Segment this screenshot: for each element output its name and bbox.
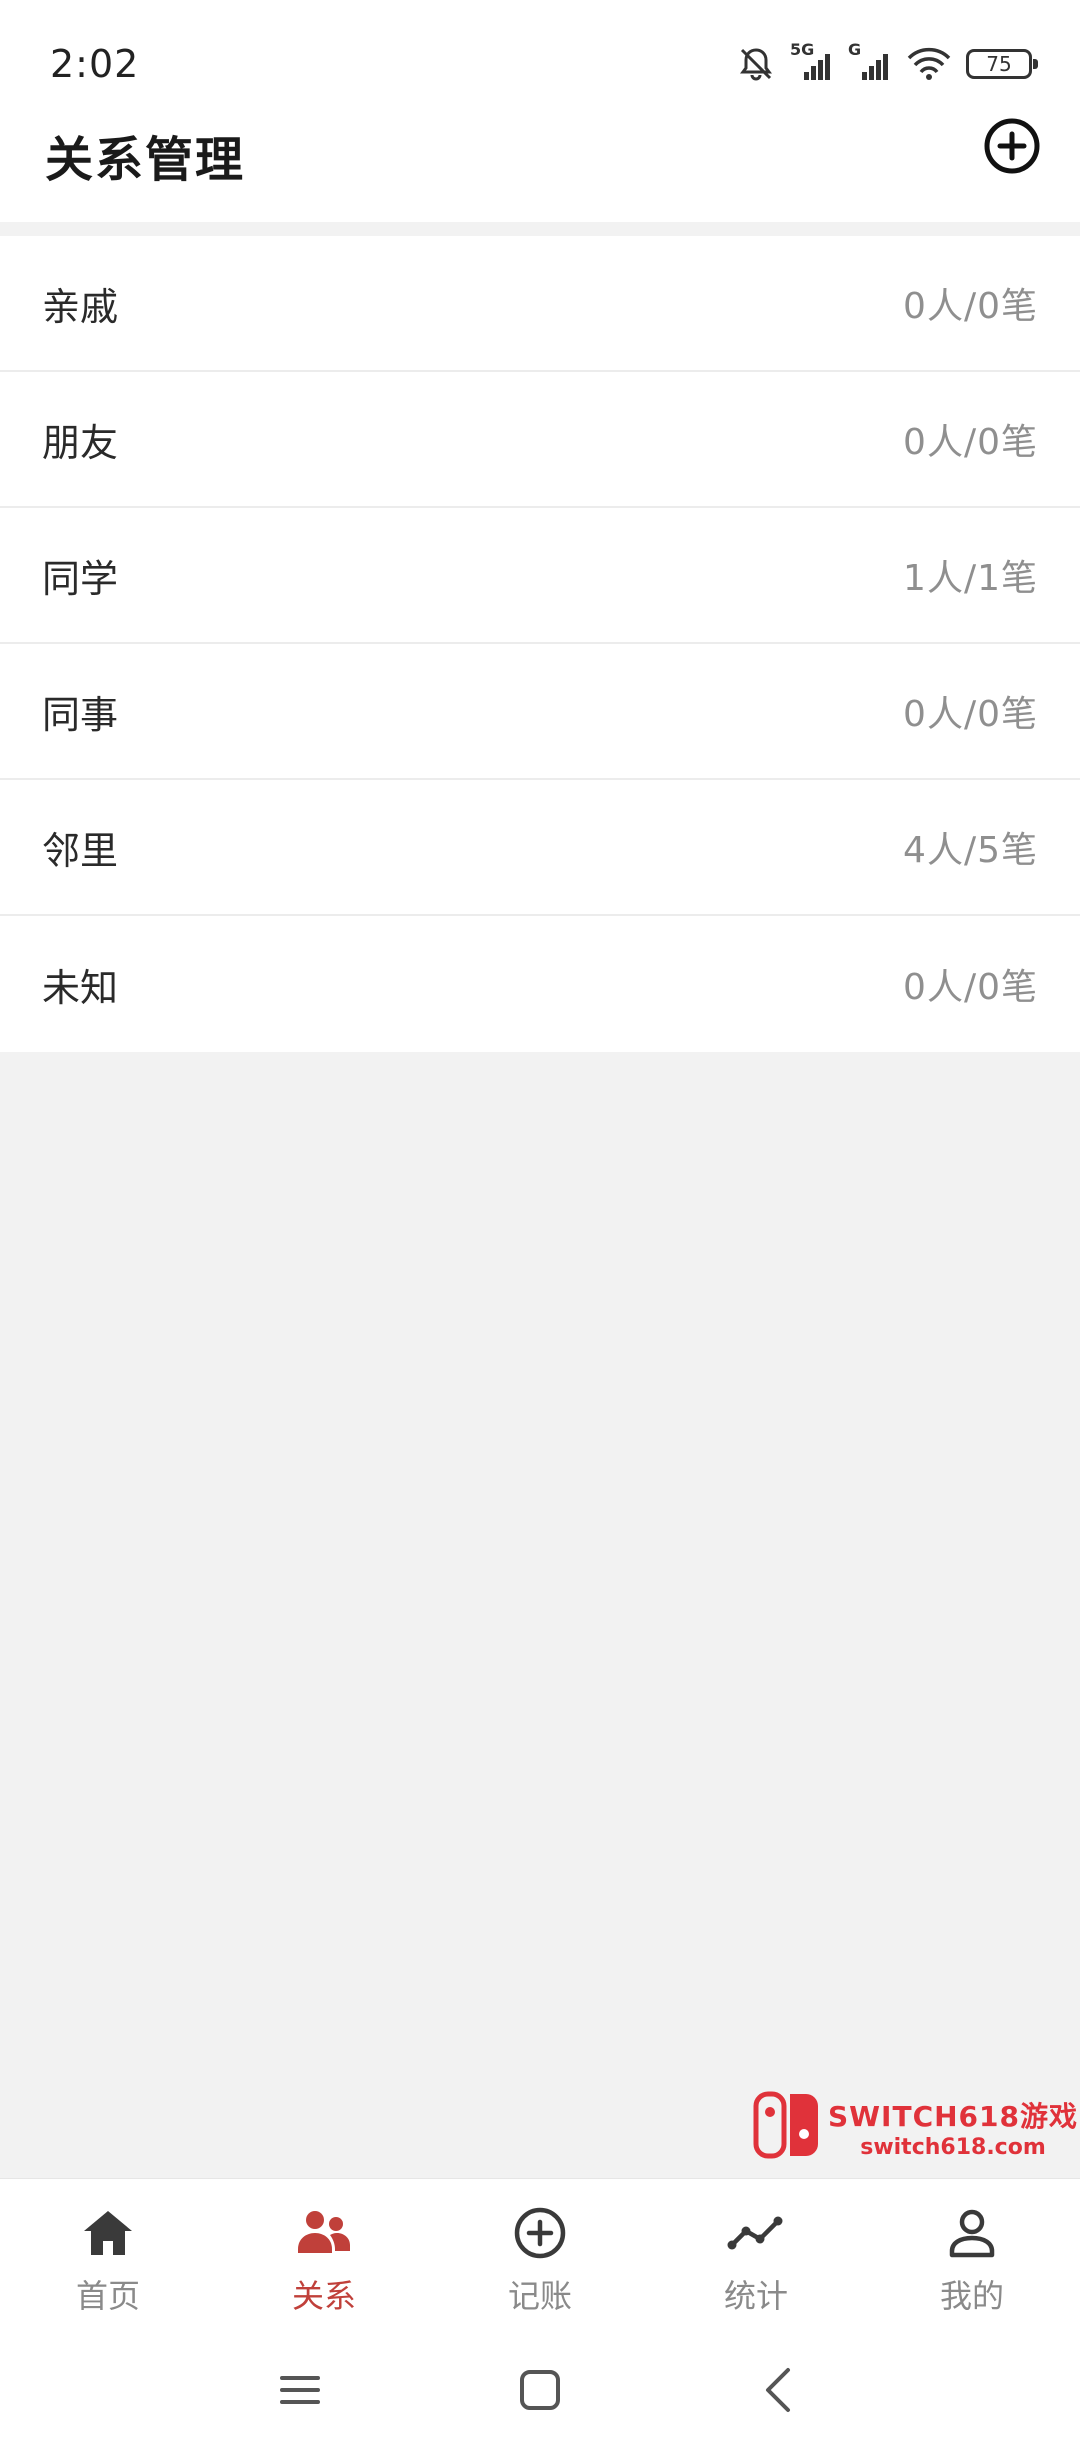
home-icon <box>84 2211 132 2255</box>
tab-label: 我的 <box>939 2277 1004 2315</box>
watermark: SWITCH618游戏 switch618.com <box>752 2090 1078 2164</box>
watermark-line1: SWITCH618游戏 <box>828 2099 1078 2133</box>
tab-label: 首页 <box>75 2277 140 2315</box>
status-time: 2:02 <box>50 42 140 86</box>
item-name: 邻里 <box>42 828 119 873</box>
item-name: 同事 <box>42 692 119 737</box>
plus-circle-icon <box>984 118 1040 174</box>
list-item-colleagues[interactable]: 同事 0人/0笔 <box>0 644 1080 780</box>
bottom-tab-bar: 首页 关系 记账 统计 我的 <box>0 2178 1080 2328</box>
item-count: 1人/1笔 <box>903 558 1038 599</box>
trend-line-icon <box>727 2216 783 2250</box>
tab-bookkeeping[interactable]: 记账 <box>432 2179 648 2328</box>
watermark-text: SWITCH618游戏 switch618.com <box>828 2095 1078 2160</box>
tab-home[interactable]: 首页 <box>0 2179 216 2328</box>
battery-indicator: 75 <box>966 49 1038 79</box>
wifi-icon <box>906 46 952 82</box>
tab-statistics[interactable]: 统计 <box>648 2179 864 2328</box>
user-icon <box>949 2209 995 2258</box>
square-icon <box>520 2370 560 2410</box>
signal-g-icon: G <box>848 40 892 82</box>
watermark-line2: switch618.com <box>860 2134 1046 2160</box>
item-count: 0人/0笔 <box>903 694 1038 735</box>
tab-label: 关系 <box>291 2277 356 2315</box>
plus-circle-icon <box>514 2207 566 2259</box>
list-item-classmates[interactable]: 同学 1人/1笔 <box>0 508 1080 644</box>
screen: 2:02 5G G 75 关系管理 亲戚 0人/0笔 朋友 0人/0笔 同学 1… <box>0 0 1080 2460</box>
mute-bell-icon <box>736 44 776 84</box>
tab-label: 统计 <box>723 2277 788 2315</box>
app-header: 关系管理 <box>0 110 1080 222</box>
list-item-friends[interactable]: 朋友 0人/0笔 <box>0 372 1080 508</box>
item-count: 0人/0笔 <box>903 422 1038 463</box>
item-count: 0人/0笔 <box>903 967 1038 1008</box>
network-5g-label: 5G <box>790 40 815 59</box>
tab-relations[interactable]: 关系 <box>216 2179 432 2328</box>
list-item-relatives[interactable]: 亲戚 0人/0笔 <box>0 236 1080 372</box>
list-item-unknown[interactable]: 未知 0人/0笔 <box>0 916 1080 1052</box>
people-icon <box>298 2211 350 2253</box>
item-count: 4人/5笔 <box>903 830 1038 871</box>
relation-group-list: 亲戚 0人/0笔 朋友 0人/0笔 同学 1人/1笔 同事 0人/0笔 邻里 4… <box>0 236 1080 1052</box>
item-name: 朋友 <box>42 420 119 465</box>
item-name: 同学 <box>42 556 119 601</box>
status-bar: 2:02 5G G 75 <box>0 0 1080 110</box>
list-item-neighbors[interactable]: 邻里 4人/5笔 <box>0 780 1080 916</box>
back-nav-button[interactable] <box>750 2360 810 2420</box>
system-nav-bar <box>0 2328 1080 2460</box>
switch-logo-icon <box>752 2090 822 2164</box>
back-chevron-icon <box>766 2368 790 2412</box>
item-name: 亲戚 <box>42 284 119 329</box>
network-g-label: G <box>848 40 862 59</box>
status-icons: 5G G 75 <box>736 40 1038 84</box>
menu-icon <box>280 2376 320 2404</box>
home-nav-button[interactable] <box>510 2360 570 2420</box>
recent-apps-button[interactable] <box>270 2360 330 2420</box>
signal-5g-icon: 5G <box>790 40 834 82</box>
tab-mine[interactable]: 我的 <box>864 2179 1080 2328</box>
add-relation-button[interactable] <box>982 116 1042 176</box>
item-name: 未知 <box>42 965 119 1010</box>
item-count: 0人/0笔 <box>903 286 1038 327</box>
tab-label: 记账 <box>507 2277 572 2315</box>
page-title: 关系管理 <box>45 132 246 188</box>
